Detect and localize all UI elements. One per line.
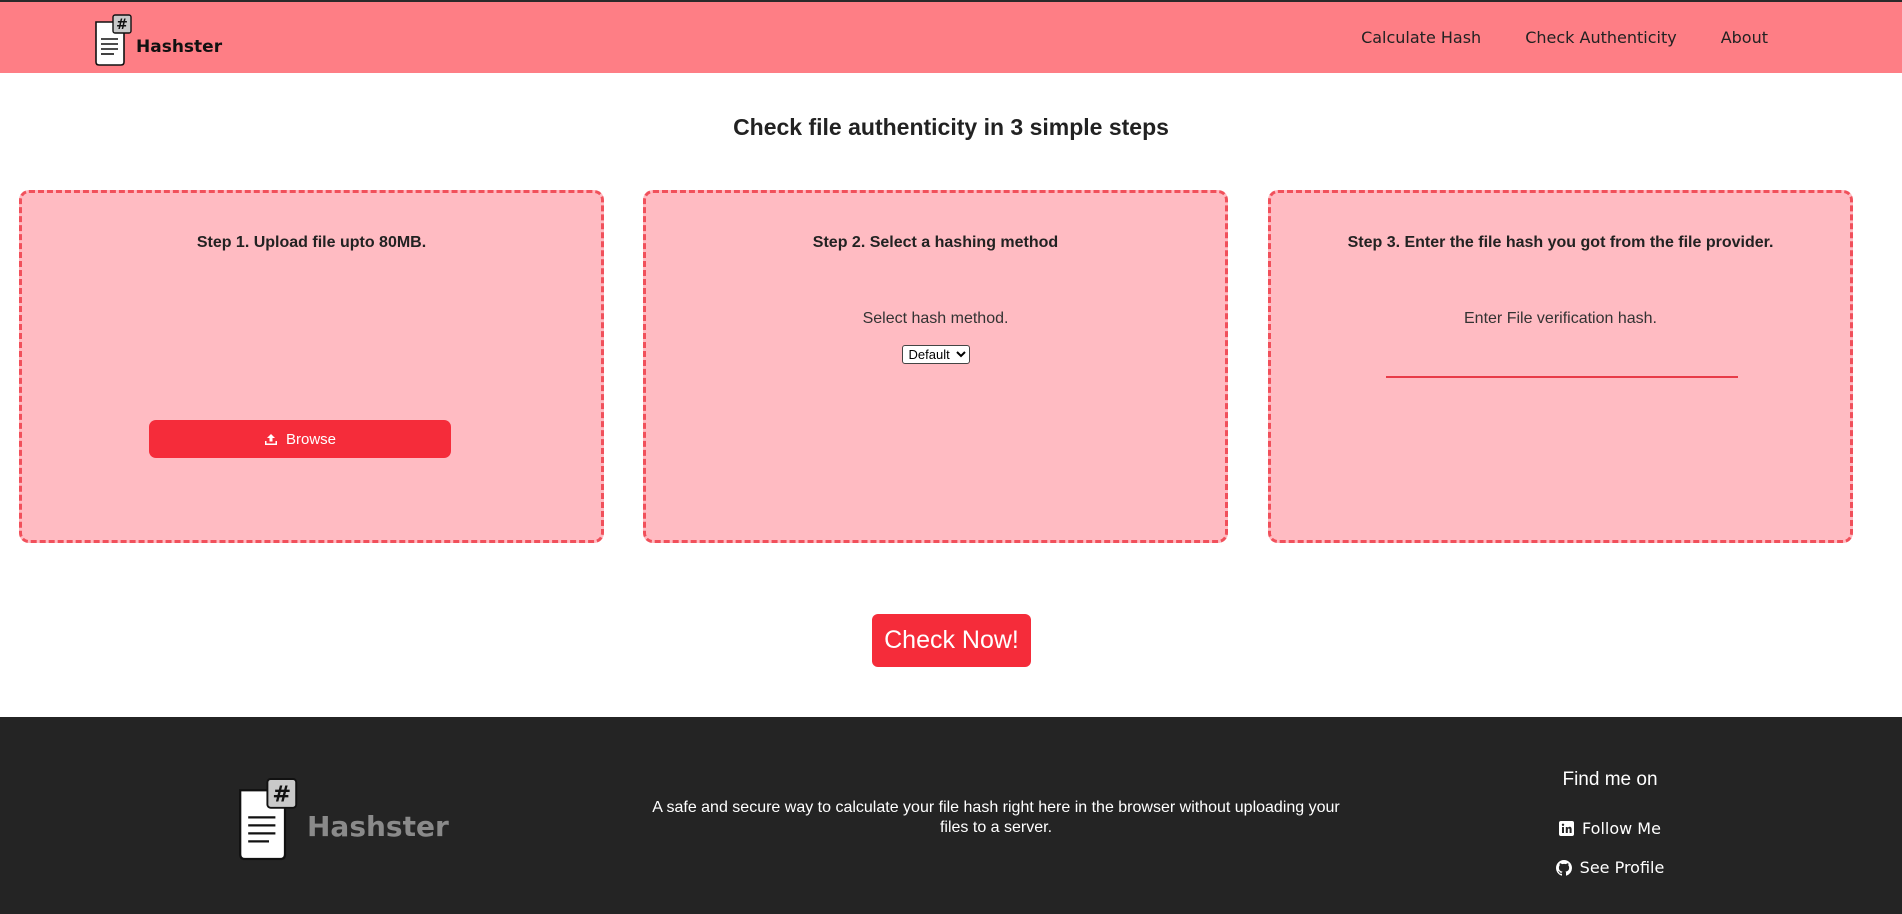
step-3-card: Step 3. Enter the file hash you got from… <box>1268 190 1853 543</box>
hash-input-label: Enter File verification hash. <box>1464 310 1657 327</box>
footer-brand-name: Hashster <box>307 809 449 843</box>
nav-link-about[interactable]: About <box>1721 28 1768 47</box>
github-link[interactable]: See Profile <box>1550 858 1670 877</box>
nav-menu: Calculate Hash Check Authenticity About <box>1361 28 1768 47</box>
nav-link-check-authenticity[interactable]: Check Authenticity <box>1525 28 1677 47</box>
find-me-title: Find me on <box>1562 769 1658 790</box>
step-1-card: Step 1. Upload file upto 80MB. Browse <box>19 190 604 543</box>
github-icon <box>1555 859 1572 876</box>
check-now-button[interactable]: Check Now! <box>872 614 1031 667</box>
github-link-label: See Profile <box>1579 858 1665 877</box>
navbar: # Hashster Calculate Hash Check Authenti… <box>0 2 1902 73</box>
linkedin-link-label: Follow Me <box>1582 819 1661 838</box>
hash-method-label: Select hash method. <box>862 310 1009 327</box>
file-hash-input[interactable] <box>1386 356 1738 378</box>
nav-link-calculate-hash[interactable]: Calculate Hash <box>1361 28 1481 47</box>
step-2-title: Step 2. Select a hashing method <box>812 234 1059 251</box>
footer-description: A safe and secure way to calculate your … <box>652 799 1340 836</box>
browse-button-label: Browse <box>285 430 337 448</box>
hash-document-icon: # <box>95 14 132 66</box>
hash-document-icon: # <box>239 778 298 861</box>
upload-icon <box>264 433 277 445</box>
hash-method-select[interactable]: Default <box>901 345 970 364</box>
page-title: Check file authenticity in 3 simple step… <box>733 114 1169 140</box>
step-3-title: Step 3. Enter the file hash you got from… <box>1347 234 1774 251</box>
svg-text:#: # <box>272 781 291 807</box>
step-1-title: Step 1. Upload file upto 80MB. <box>196 234 427 251</box>
brand-name: Hashster <box>136 37 223 57</box>
brand-logo[interactable]: # Hashster <box>94 14 222 66</box>
svg-text:#: # <box>116 17 128 33</box>
browse-button[interactable]: Browse <box>149 420 451 458</box>
footer: # Hashster A safe and secure way to calc… <box>0 717 1902 914</box>
linkedin-link[interactable]: Follow Me <box>1550 819 1670 838</box>
footer-brand: # Hashster <box>237 777 449 861</box>
linkedin-icon <box>1559 821 1575 836</box>
step-2-card: Step 2. Select a hashing method Select h… <box>643 190 1228 543</box>
